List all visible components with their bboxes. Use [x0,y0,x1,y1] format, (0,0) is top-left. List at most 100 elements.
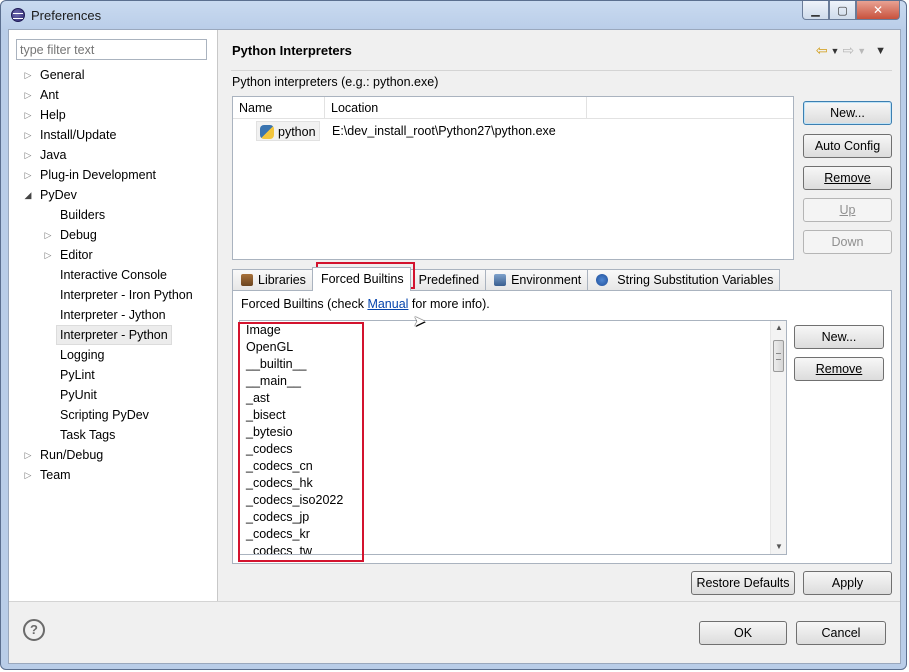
scroll-down-arrow-icon[interactable]: ▼ [771,540,786,554]
filter-input[interactable] [16,39,207,60]
expand-arrow-icon[interactable]: ▷ [23,145,33,165]
tab-libraries[interactable]: Libraries [232,269,313,291]
tab-environment[interactable]: Environment [485,269,589,291]
remove-label: Remove [824,171,871,185]
minimize-button[interactable]: ▁ [802,1,829,20]
string-substitution-icon [596,274,609,286]
tab-label: Libraries [258,273,306,287]
remove-interpreter-button[interactable]: Remove [803,166,892,190]
list-item[interactable]: Image [246,322,281,339]
expand-arrow-icon[interactable]: ▷ [43,245,53,265]
down-button[interactable]: Down [803,230,892,254]
help-icon[interactable]: ? [23,619,45,641]
list-item[interactable]: __main__ [246,373,301,390]
forced-builtins-list[interactable]: Image OpenGL __builtin__ __main__ _ast _… [239,320,787,555]
close-button[interactable]: ✕ [856,1,900,20]
ok-button[interactable]: OK [699,621,787,645]
list-item[interactable]: _bisect [246,407,286,424]
interpreter-config-tabs: Libraries Forced Builtins Predefined Env… [232,267,781,291]
remove-label: Remove [815,362,863,376]
tab-label: Forced Builtins [320,272,404,286]
forced-builtins-description: Forced Builtins (check Manual for more i… [241,297,490,311]
tree-item-label: Java [40,148,67,162]
expand-arrow-icon[interactable]: ▷ [23,85,33,105]
list-item[interactable]: _codecs_kr [246,526,310,543]
list-item[interactable]: _codecs [246,441,293,458]
auto-config-button[interactable]: Auto Config [803,134,892,158]
maximize-button[interactable]: ▢ [829,1,856,20]
tree-item-label: Run/Debug [40,448,104,462]
tree-item-label: Logging [60,348,105,362]
tab-label: String Substitution Variables [617,273,774,287]
libraries-icon [241,274,253,286]
table-row[interactable]: python E:\dev_install_root\Python27\pyth… [233,120,793,142]
expand-arrow-icon[interactable]: ▷ [23,105,33,125]
new-interpreter-button[interactable]: New... [803,101,892,125]
expand-arrow-icon[interactable]: ▷ [23,465,33,485]
expand-arrow-icon[interactable]: ▷ [23,165,33,185]
tab-label: Predefined [418,273,480,287]
preference-page: Python Interpreters ⇦ ▼ ⇨ ▼ ▼ Python int… [219,30,900,601]
scroll-up-arrow-icon[interactable]: ▲ [771,321,786,335]
desc-prefix: Forced Builtins (check [241,297,368,311]
tree-item-label: Builders [60,208,106,222]
expand-arrow-icon[interactable]: ▷ [43,225,53,245]
list-item[interactable]: _codecs_jp [246,509,309,526]
tree-item-label: PyUnit [60,388,97,402]
dialog-client: ▷ General ▷ Ant ▷ Help ▷ Install/Update … [8,29,901,664]
list-item[interactable]: _ast [246,390,270,407]
forward-dropdown-icon[interactable]: ▼ [857,46,866,56]
page-navigation: ⇦ ▼ ⇨ ▼ ▼ [816,42,886,59]
up-button[interactable]: Up [803,198,892,222]
list-item[interactable]: _bytesio [246,424,293,441]
table-header: Name Location [233,97,793,119]
title-separator [231,70,892,71]
list-item[interactable]: _codecs_cn [246,458,313,475]
list-item[interactable]: _codecs_hk [246,475,313,492]
collapse-arrow-icon[interactable]: ◢ [23,185,33,205]
interpreter-location: E:\dev_install_root\Python27\python.exe [332,124,556,138]
mouse-cursor-icon: ➤ [413,313,426,330]
tab-string-substitution-variables[interactable]: String Substitution Variables [587,269,781,291]
title-bar: Preferences ▁ ▢ ✕ [1,1,906,29]
down-label: Down [831,235,864,249]
expand-arrow-icon[interactable]: ▷ [23,445,33,465]
back-dropdown-icon[interactable]: ▼ [831,46,840,56]
view-menu-icon[interactable]: ▼ [875,45,886,57]
vertical-scrollbar[interactable]: ▲ ▼ [770,321,786,554]
cancel-button[interactable]: Cancel [796,621,886,645]
back-arrow-icon[interactable]: ⇦ [816,42,828,59]
scrollbar-thumb[interactable] [773,340,784,372]
tree-item-label: Interpreter - Python [56,325,172,345]
tree-item-label: General [40,68,85,82]
expand-arrow-icon[interactable]: ▷ [23,125,33,145]
preferences-window: Preferences ▁ ▢ ✕ ▷ General ▷ Ant ▷ Help… [0,0,907,670]
interpreters-table[interactable]: Name Location python E:\dev_install_root… [232,96,794,260]
apply-button[interactable]: Apply [803,571,892,595]
list-item[interactable]: __builtin__ [246,356,306,373]
forced-builtins-panel: Forced Builtins (check Manual for more i… [232,290,892,564]
page-title: Python Interpreters [232,43,352,58]
tab-forced-builtins[interactable]: Forced Builtins [311,267,411,291]
tree-item-label: Editor [60,248,93,262]
list-item[interactable]: _codecs_iso2022 [246,492,343,509]
new-builtin-button[interactable]: New... [794,325,884,349]
column-header-name[interactable]: Name [233,97,325,119]
tree-item-label: Debug [60,228,97,242]
forward-arrow-icon[interactable]: ⇨ [842,42,854,59]
eclipse-icon [11,8,25,22]
tree-item-label: Team [40,468,71,482]
column-header-location[interactable]: Location [325,97,587,119]
remove-builtin-button[interactable]: Remove [794,357,884,381]
manual-link[interactable]: Manual [367,297,408,311]
tree-item-label: Interactive Console [60,268,168,282]
up-label: Up [839,203,856,217]
expand-arrow-icon[interactable]: ▷ [23,65,33,85]
tree-item-label: PyLint [60,368,95,382]
tab-predefined[interactable]: Predefined [409,269,487,291]
interpreter-name: python [278,125,316,139]
python-icon [260,125,274,139]
restore-defaults-button[interactable]: Restore Defaults [691,571,795,595]
list-item[interactable]: _codecs_tw [246,543,312,554]
list-item[interactable]: OpenGL [246,339,293,356]
